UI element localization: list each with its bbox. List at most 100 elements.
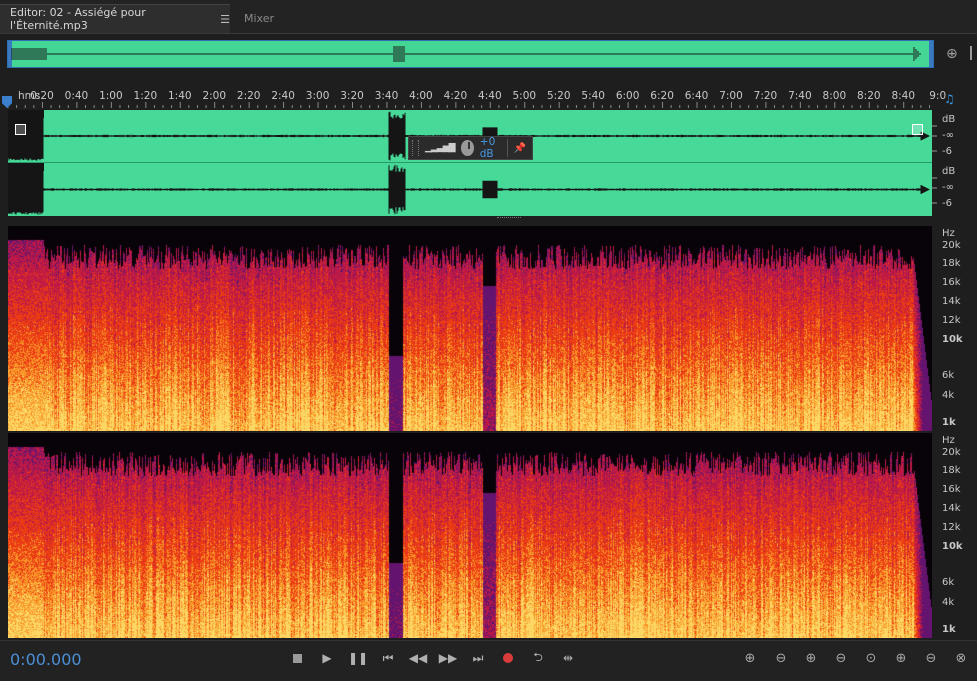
pause-icon: ❚❚: [347, 651, 369, 665]
gain-value[interactable]: +0 dB: [480, 136, 507, 160]
ruler-tick-label: 4:40: [478, 90, 502, 102]
ruler-tick-label: 7:40: [788, 90, 812, 102]
stop-icon: [292, 653, 302, 663]
hz-tick-label: 1k: [942, 624, 956, 635]
stop-button[interactable]: [286, 648, 308, 668]
amplitude-scale: dB -∞ -6 dB -∞ -6: [932, 110, 977, 216]
fade-in-handle[interactable]: [15, 124, 26, 135]
loop-icon: ⮌: [533, 649, 543, 664]
pause-button[interactable]: ❚❚: [347, 648, 369, 668]
hz-tick-label: 16k: [942, 484, 961, 495]
zoom-out-point-button[interactable]: ⊖: [921, 648, 941, 668]
waveform-channel-2: [7, 164, 930, 215]
hz-tick-label: 20k: [942, 240, 961, 251]
spectral-display-channel-2[interactable]: [8, 433, 932, 638]
db-label-bottom: dB: [942, 166, 956, 177]
db-neg6-bottom: -6: [942, 198, 952, 209]
hz-tick-label: 20k: [942, 447, 961, 458]
hz-tick-label: 14k: [942, 503, 961, 514]
hz-tick-label: 6k: [942, 577, 955, 588]
hz-unit-bottom: Hz: [942, 435, 955, 446]
frequency-scale-top: Hz 20k 18k 16k 14k 12k 10k 6k 4k 1k: [932, 226, 977, 431]
waveform-display[interactable]: [7, 110, 932, 216]
zoom-out-amplitude-icon: ⊖: [775, 650, 787, 666]
zoom-out-point-icon: ⊖: [925, 650, 937, 666]
db-inf-bottom: -∞: [942, 182, 954, 193]
hz-tick-label: 6k: [942, 370, 955, 381]
ruler-tick-label: 6:00: [615, 90, 640, 102]
ruler-tick-label: 5:00: [512, 90, 537, 102]
record-button[interactable]: [497, 648, 519, 668]
channel-divider: [8, 162, 932, 163]
zoom-in-point-icon: ⊕: [895, 650, 907, 666]
hz-tick-label: 1k: [942, 417, 956, 428]
ruler-tick-label: 2:40: [271, 90, 295, 102]
rewind-button[interactable]: ◀◀: [407, 648, 429, 668]
hz-tick-label: 10k: [942, 334, 963, 345]
go-to-end-button[interactable]: ⏭: [467, 648, 489, 668]
overview-navigator[interactable]: [7, 40, 934, 68]
zoom-out-amplitude-button[interactable]: ⊖: [771, 648, 791, 668]
skip-selection-button[interactable]: ⇹: [557, 648, 579, 668]
zoom-to-fit-icon[interactable]: ⊕: [946, 46, 958, 62]
ruler-tick-label: 1:00: [99, 90, 123, 102]
fade-out-handle[interactable]: [912, 124, 923, 135]
ruler-tick-label: 3:20: [340, 90, 364, 102]
ruler-tick-label: 5:40: [581, 90, 605, 102]
hamburger-icon[interactable]: ☰: [220, 13, 230, 26]
hz-tick-label: 12k: [942, 522, 961, 533]
overview-right-handle: [929, 41, 933, 67]
loop-playback-button[interactable]: ⮌: [527, 648, 549, 668]
fast-forward-button[interactable]: ▶▶: [437, 648, 459, 668]
hz-tick-label: 4k: [942, 390, 955, 401]
hud-drag-handle[interactable]: [412, 140, 419, 156]
level-meter-icon: ▁▂▃▅▇: [424, 143, 456, 153]
ruler-tick-label: 7:20: [753, 90, 778, 102]
gain-knob-icon[interactable]: [460, 140, 474, 156]
headphones-icon[interactable]: ♫: [944, 92, 955, 106]
hz-tick-label: 18k: [942, 258, 961, 269]
fast-forward-icon: ▶▶: [438, 651, 458, 665]
zoom-full-icon: ⊙: [865, 650, 877, 666]
hz-tick-label: 16k: [942, 277, 961, 288]
skip-forward-icon: ⏭: [472, 650, 484, 665]
hz-tick-label: 12k: [942, 315, 961, 326]
ruler-tick-label: 6:20: [650, 90, 674, 102]
hz-tick-label: 10k: [942, 541, 963, 552]
zoom-selection-button[interactable]: ⊗: [951, 648, 971, 668]
zoom-full-button[interactable]: ⊙: [861, 648, 881, 668]
timecode-display[interactable]: 0:00.000: [10, 650, 82, 669]
skip-selection-icon: ⇹: [562, 651, 574, 665]
ruler-tick-label: 4:20: [443, 90, 468, 102]
tab-mixer[interactable]: Mixer: [244, 4, 274, 33]
zoom-in-time-button[interactable]: ⊕: [801, 648, 821, 668]
overview-waveform: [8, 41, 933, 67]
zoom-out-time-button[interactable]: ⊖: [831, 648, 851, 668]
go-to-start-button[interactable]: ⏮: [377, 648, 399, 668]
time-ruler[interactable]: hms 0:20 0:40 1:00 1:20 1:40 2:00 2:20 2:40 3:00…: [0, 86, 977, 108]
db-label-top: dB: [942, 114, 956, 125]
waveform-channels: [7, 110, 930, 215]
gain-hud[interactable]: ▁▂▃▅▇ +0 dB 📌: [408, 136, 533, 160]
ruler-tick-label: 4:00: [409, 90, 433, 102]
panel-menu-icon[interactable]: [970, 46, 977, 60]
frequency-scale-bottom: Hz 20k 18k 16k 14k 12k 10k 6k 4k 1k: [932, 433, 977, 638]
zoom-in-amplitude-button[interactable]: ⊕: [740, 648, 760, 668]
ruler-tick-label: 8:00: [822, 90, 847, 102]
hz-tick-label: 4k: [942, 597, 955, 608]
ruler-tick-label: 2:20: [236, 90, 261, 102]
ruler-tick-label: 8:20: [857, 90, 881, 102]
zoom-in-amplitude-icon: ⊕: [744, 650, 756, 666]
ruler-tick-label: 1:40: [168, 90, 192, 102]
play-button[interactable]: ▶: [316, 648, 338, 668]
zoom-in-point-button[interactable]: ⊕: [891, 648, 911, 668]
tab-mixer-label: Mixer: [244, 12, 275, 25]
pin-icon[interactable]: 📌: [514, 143, 526, 154]
db-inf-top: -∞: [942, 130, 954, 141]
spectral-display-channel-1[interactable]: [8, 226, 932, 431]
ruler-tick-label: 5:20: [546, 90, 571, 102]
db-neg6-top: -6: [942, 146, 952, 157]
ruler-tick-label: 7:00: [719, 90, 743, 102]
tab-editor[interactable]: Editor: 02 - Assiégé pour l'Éternité.mp3…: [0, 4, 230, 33]
tab-editor-label: Editor: 02 - Assiégé pour l'Éternité.mp3: [10, 6, 146, 32]
